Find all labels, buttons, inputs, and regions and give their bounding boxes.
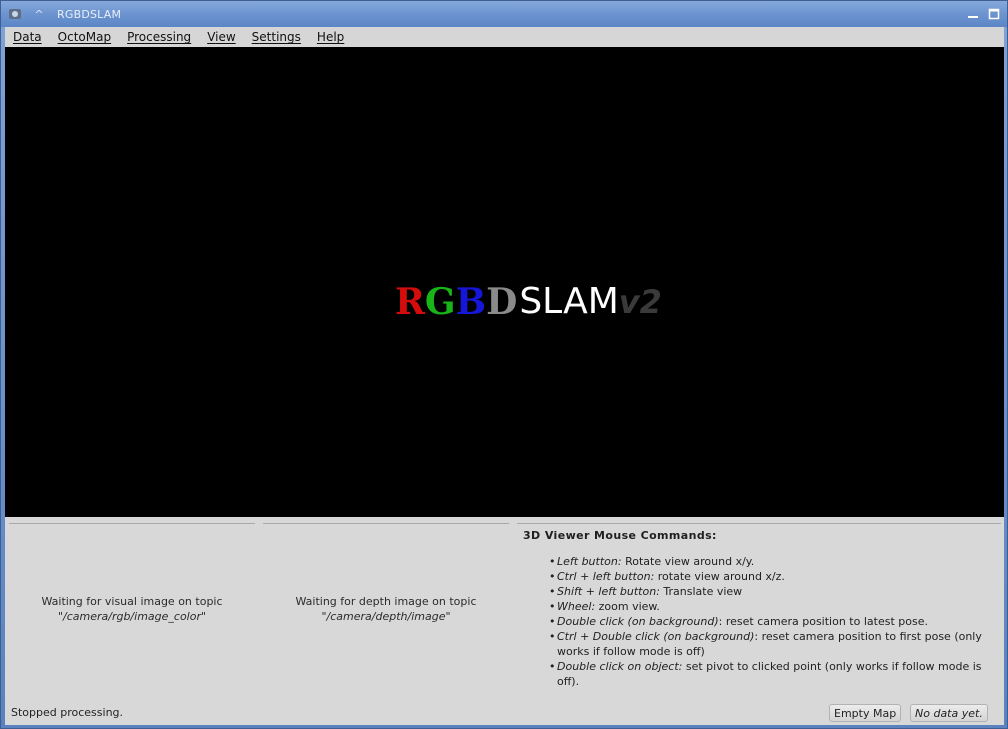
minimize-icon[interactable] — [964, 5, 982, 22]
help-item: Ctrl + left button: rotate view around x… — [549, 569, 993, 584]
help-title: 3D Viewer Mouse Commands: — [523, 529, 717, 542]
depth-topic: "/camera/depth/image" — [321, 610, 451, 623]
bottom-panel: Waiting for visual image on topic "/came… — [5, 517, 1004, 725]
app-window: ^ RGBDSLAM Data OctoMap Processing View … — [0, 0, 1008, 729]
mouse-commands-help: 3D Viewer Mouse Commands: Left button: R… — [523, 529, 993, 689]
help-item: Double click (on background): reset came… — [549, 614, 993, 629]
rgbdslam-logo: R G B D SLAM v2 — [395, 280, 662, 323]
logo-letter-d: D — [486, 281, 518, 323]
help-item: Left button: Rotate view around x/y. — [549, 554, 993, 569]
menu-octomap[interactable]: OctoMap — [50, 30, 119, 44]
depth-panel-divider — [263, 523, 509, 524]
help-panel-divider — [517, 523, 1001, 524]
depth-image-panel: Waiting for depth image on topic "/camer… — [263, 525, 509, 693]
help-item: Double click on object: set pivot to cli… — [549, 659, 993, 689]
menu-data[interactable]: Data — [5, 30, 50, 44]
logo-letter-g: G — [424, 281, 456, 323]
maximize-icon[interactable] — [985, 5, 1003, 22]
menu-settings[interactable]: Settings — [244, 30, 309, 44]
logo-letter-b: B — [455, 281, 487, 323]
window-title: RGBDSLAM — [57, 7, 122, 21]
menu-help[interactable]: Help — [309, 30, 352, 44]
empty-map-button[interactable]: Empty Map — [829, 704, 902, 722]
title-bar[interactable]: ^ RGBDSLAM — [1, 1, 1007, 27]
pin-icon[interactable]: ^ — [31, 6, 47, 22]
3d-viewer[interactable]: R G B D SLAM v2 — [5, 47, 1004, 517]
logo-version: v2 — [618, 283, 662, 321]
status-bar: Stopped processing. Empty Map No data ye… — [5, 701, 1004, 725]
visual-image-panel: Waiting for visual image on topic "/came… — [9, 525, 255, 693]
depth-waiting-text: Waiting for depth image on topic — [295, 595, 477, 608]
status-message: Stopped processing. — [11, 706, 124, 719]
app-icon[interactable] — [7, 6, 23, 22]
visual-panel-divider — [9, 523, 255, 524]
menu-bar: Data OctoMap Processing View Settings He… — [5, 27, 1004, 47]
logo-slam: SLAM — [519, 281, 619, 322]
help-item: Ctrl + Double click (on background): res… — [549, 629, 993, 659]
visual-topic: "/camera/rgb/image_color" — [57, 610, 207, 623]
menu-processing[interactable]: Processing — [119, 30, 199, 44]
help-item: Wheel: zoom view. — [549, 599, 993, 614]
help-list: Left button: Rotate view around x/y. Ctr… — [523, 554, 993, 689]
data-status-indicator: No data yet. — [910, 704, 988, 722]
visual-waiting-text: Waiting for visual image on topic — [41, 595, 223, 608]
logo-letter-r: R — [395, 281, 425, 323]
help-item: Shift + left button: Translate view — [549, 584, 993, 599]
menu-view[interactable]: View — [199, 30, 243, 44]
